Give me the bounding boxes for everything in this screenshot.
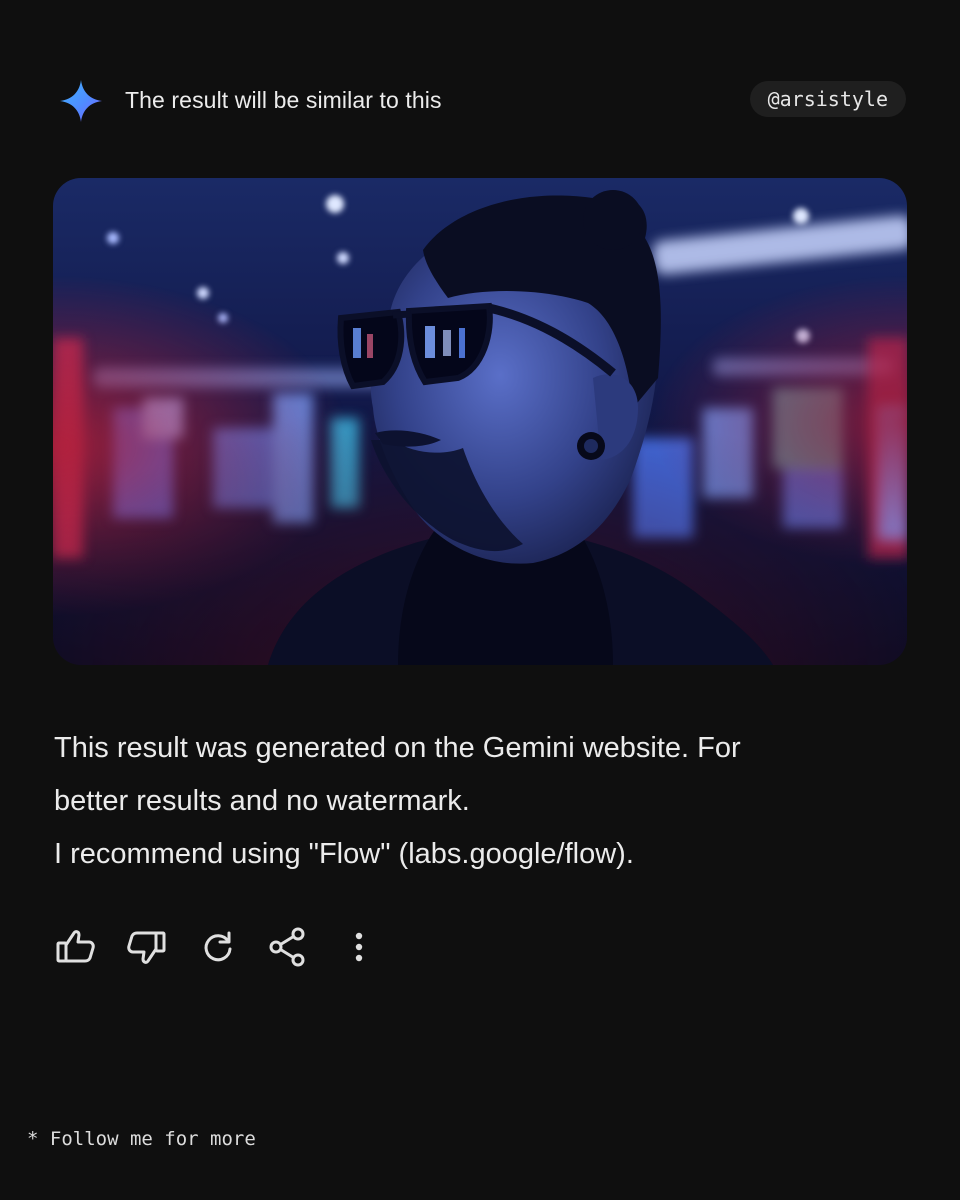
- response-message: This result was generated on the Gemini …: [54, 722, 914, 881]
- more-vert-icon[interactable]: [337, 925, 381, 969]
- thumbs-up-icon[interactable]: [54, 925, 98, 969]
- message-line-2: better results and no watermark.: [54, 785, 470, 817]
- generated-portrait-image: [53, 178, 907, 665]
- thumbs-down-icon[interactable]: [124, 925, 168, 969]
- author-handle-badge: @arsistyle: [749, 81, 906, 117]
- header: The result will be similar to this @arsi…: [58, 78, 906, 122]
- gemini-spark-icon: [60, 80, 102, 122]
- regenerate-icon[interactable]: [196, 925, 240, 969]
- message-line-3: I recommend using "Flow" (labs.google/fl…: [54, 838, 634, 870]
- header-title: The result will be similar to this: [125, 87, 442, 113]
- message-line-1: This result was generated on the Gemini …: [54, 732, 741, 764]
- share-icon[interactable]: [266, 925, 310, 969]
- follow-footer-text: * Follow me for more: [27, 1128, 256, 1150]
